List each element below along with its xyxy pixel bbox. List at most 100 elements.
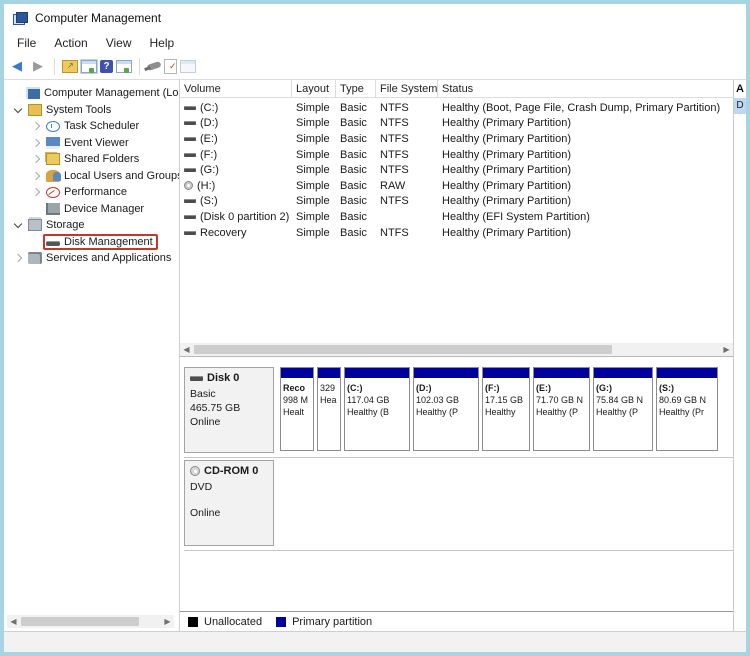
back-arrow-icon[interactable] (8, 58, 26, 74)
forward-arrow-icon[interactable] (29, 58, 47, 74)
disk-size: 465.75 GB (190, 402, 241, 414)
volume-row[interactable]: (C:) Simple Basic NTFS Healthy (Boot, Page F… (180, 100, 733, 116)
expand-chevron-icon[interactable] (29, 123, 43, 129)
volume-cell: Recovery (180, 227, 292, 239)
expand-chevron-icon[interactable] (29, 140, 43, 146)
volume-cell: (E:) (180, 133, 292, 145)
disk-0-row: Disk 0 Basic 465.75 GB Online Reco 998 M H… (184, 367, 733, 458)
local-users-and-groups-icon (46, 169, 61, 182)
expand-chevron-icon[interactable] (29, 189, 43, 195)
partition-text-line: 75.84 GB N (596, 395, 644, 405)
disk-0-label[interactable]: Disk 0 Basic 465.75 GB Online (184, 367, 274, 453)
volume-row[interactable]: (H:) Simple Basic RAW Healthy (Primary Parti… (180, 178, 733, 194)
layout-cell: Simple (296, 210, 330, 223)
tree-item-content: Device Manager (43, 201, 149, 217)
show-console-tree-icon[interactable] (80, 58, 98, 74)
system-tools-icon (28, 103, 42, 116)
column-header-type[interactable]: Type (336, 80, 376, 97)
layout-cell: Simple (296, 195, 330, 208)
scroll-left-icon[interactable]: ◀ (180, 343, 193, 356)
column-header-layout[interactable]: Layout (292, 80, 336, 97)
tree-item-shared-folders[interactable]: Shared Folders (4, 151, 179, 168)
collapse-chevron-icon[interactable] (11, 223, 25, 227)
menu-item-help[interactable]: Help (141, 34, 184, 52)
tree-item-disk-management[interactable]: Disk Management (4, 233, 179, 251)
menu-item-view[interactable]: View (97, 34, 141, 52)
partition-legend: Unallocated Primary partition (180, 611, 733, 631)
partition-block[interactable]: 329 Hea (317, 367, 341, 451)
tree-item-performance[interactable]: Performance (4, 184, 179, 201)
partition-block[interactable]: (F:) 17.15 GB Healthy (482, 367, 530, 451)
volume-row[interactable]: (G:) Simple Basic NTFS Healthy (Primary Part… (180, 162, 733, 178)
disk-0-partitions: Reco 998 M Healt 329 Hea (C:) 117.04 GB Healthy… (280, 367, 718, 453)
expand-chevron-icon[interactable] (11, 255, 25, 261)
tree-item-system-tools[interactable]: System Tools (4, 102, 179, 119)
volume-list-header[interactable]: Volume Layout Type File System Status (180, 80, 733, 98)
cdrom-status: Online (190, 507, 221, 519)
properties-window-icon[interactable] (180, 59, 196, 73)
partition-text-line: (C:) (347, 383, 363, 393)
volume-name: (H:) (197, 179, 216, 192)
volume-list-rows: (C:) Simple Basic NTFS Healthy (Boot, Page F… (180, 98, 733, 343)
window-title: Computer Management (35, 11, 162, 25)
volume-name: (G:) (200, 164, 219, 177)
tree-item-device-manager[interactable]: Device Manager (4, 201, 179, 218)
tree-item-computer-management[interactable]: Computer Management (Local (4, 85, 179, 102)
drive-volume-icon (184, 168, 196, 173)
partition-block[interactable]: Reco 998 M Healt (280, 367, 314, 451)
volume-name: (F:) (200, 148, 218, 161)
partition-block[interactable]: (G:) 75.84 GB N Healthy (P (593, 367, 653, 451)
tree-item-label: System Tools (46, 103, 112, 116)
file-system-cell: RAW (380, 179, 406, 192)
expand-chevron-icon[interactable] (29, 173, 43, 179)
help-icon[interactable] (100, 59, 113, 73)
partition-block[interactable]: (C:) 117.04 GB Healthy (B (344, 367, 410, 451)
computer-management-window: Computer Management FileActionViewHelp C… (0, 0, 750, 656)
volume-row[interactable]: (Disk 0 partition 2) Simple Basic Healthy (… (180, 209, 733, 225)
cdrom-0-label[interactable]: CD-ROM 0 DVD Online (184, 460, 274, 546)
volume-cell: (S:) (180, 195, 292, 207)
toolbar (4, 53, 746, 79)
file-system-cell: NTFS (380, 226, 409, 239)
scroll-right-icon[interactable]: ▶ (161, 615, 174, 628)
collapse-chevron-icon[interactable] (11, 108, 25, 112)
type-cell: Basic (340, 148, 367, 161)
task-check-icon[interactable] (164, 58, 177, 74)
volume-horizontal-scrollbar[interactable]: ◀ ▶ (180, 343, 733, 357)
volume-row[interactable]: (E:) Simple Basic NTFS Healthy (Primary Part… (180, 131, 733, 147)
scrollbar-thumb[interactable] (21, 617, 139, 626)
menu-item-action[interactable]: Action (45, 34, 96, 52)
rescan-disks-icon[interactable] (146, 60, 162, 72)
menu-item-file[interactable]: File (8, 34, 45, 52)
tree-item-event-viewer[interactable]: Event Viewer (4, 135, 179, 152)
scrollbar-thumb[interactable] (194, 345, 612, 354)
scroll-left-icon[interactable]: ◀ (7, 615, 20, 628)
partition-block[interactable]: (E:) 71.70 GB N Healthy (P (533, 367, 590, 451)
column-header-status[interactable]: Status (438, 80, 733, 97)
volume-row[interactable]: (F:) Simple Basic NTFS Healthy (Primary Part… (180, 147, 733, 163)
column-header-file-system[interactable]: File System (376, 80, 438, 97)
tree-item-local-users-and-groups[interactable]: Local Users and Groups (4, 168, 179, 185)
column-header-volume[interactable]: Volume (180, 80, 292, 97)
scroll-right-icon[interactable]: ▶ (720, 343, 733, 356)
tree-horizontal-scrollbar[interactable]: ◀ ▶ (7, 615, 174, 628)
partition-block[interactable]: (D:) 102.03 GB Healthy (P (413, 367, 479, 451)
volume-row[interactable]: Recovery Simple Basic NTFS Healthy (Primary … (180, 225, 733, 241)
export-list-icon[interactable] (62, 59, 78, 73)
tree-item-storage[interactable]: Storage (4, 217, 179, 234)
primary-partition-band (345, 368, 409, 378)
layout-cell: Simple (296, 164, 330, 177)
disk-status: Online (190, 416, 221, 428)
tree-item-label: Storage (46, 219, 85, 232)
volume-row[interactable]: (S:) Simple Basic NTFS Healthy (Primary Part… (180, 194, 733, 210)
tree-item-services-and-applications[interactable]: Services and Applications (4, 250, 179, 267)
disk-icon (190, 375, 203, 381)
actions-panel-selected-item[interactable]: D (734, 98, 746, 114)
status-bar (4, 631, 746, 652)
tree-item-task-scheduler[interactable]: Task Scheduler (4, 118, 179, 135)
expand-chevron-icon[interactable] (29, 156, 43, 162)
partition-block[interactable]: (S:) 80.69 GB N Healthy (Pr (656, 367, 718, 451)
show-action-pane-icon[interactable] (116, 59, 132, 73)
volume-row[interactable]: (D:) Simple Basic NTFS Healthy (Primary Part… (180, 116, 733, 132)
main-body: Computer Management (Local System Tools Ta… (4, 79, 746, 631)
